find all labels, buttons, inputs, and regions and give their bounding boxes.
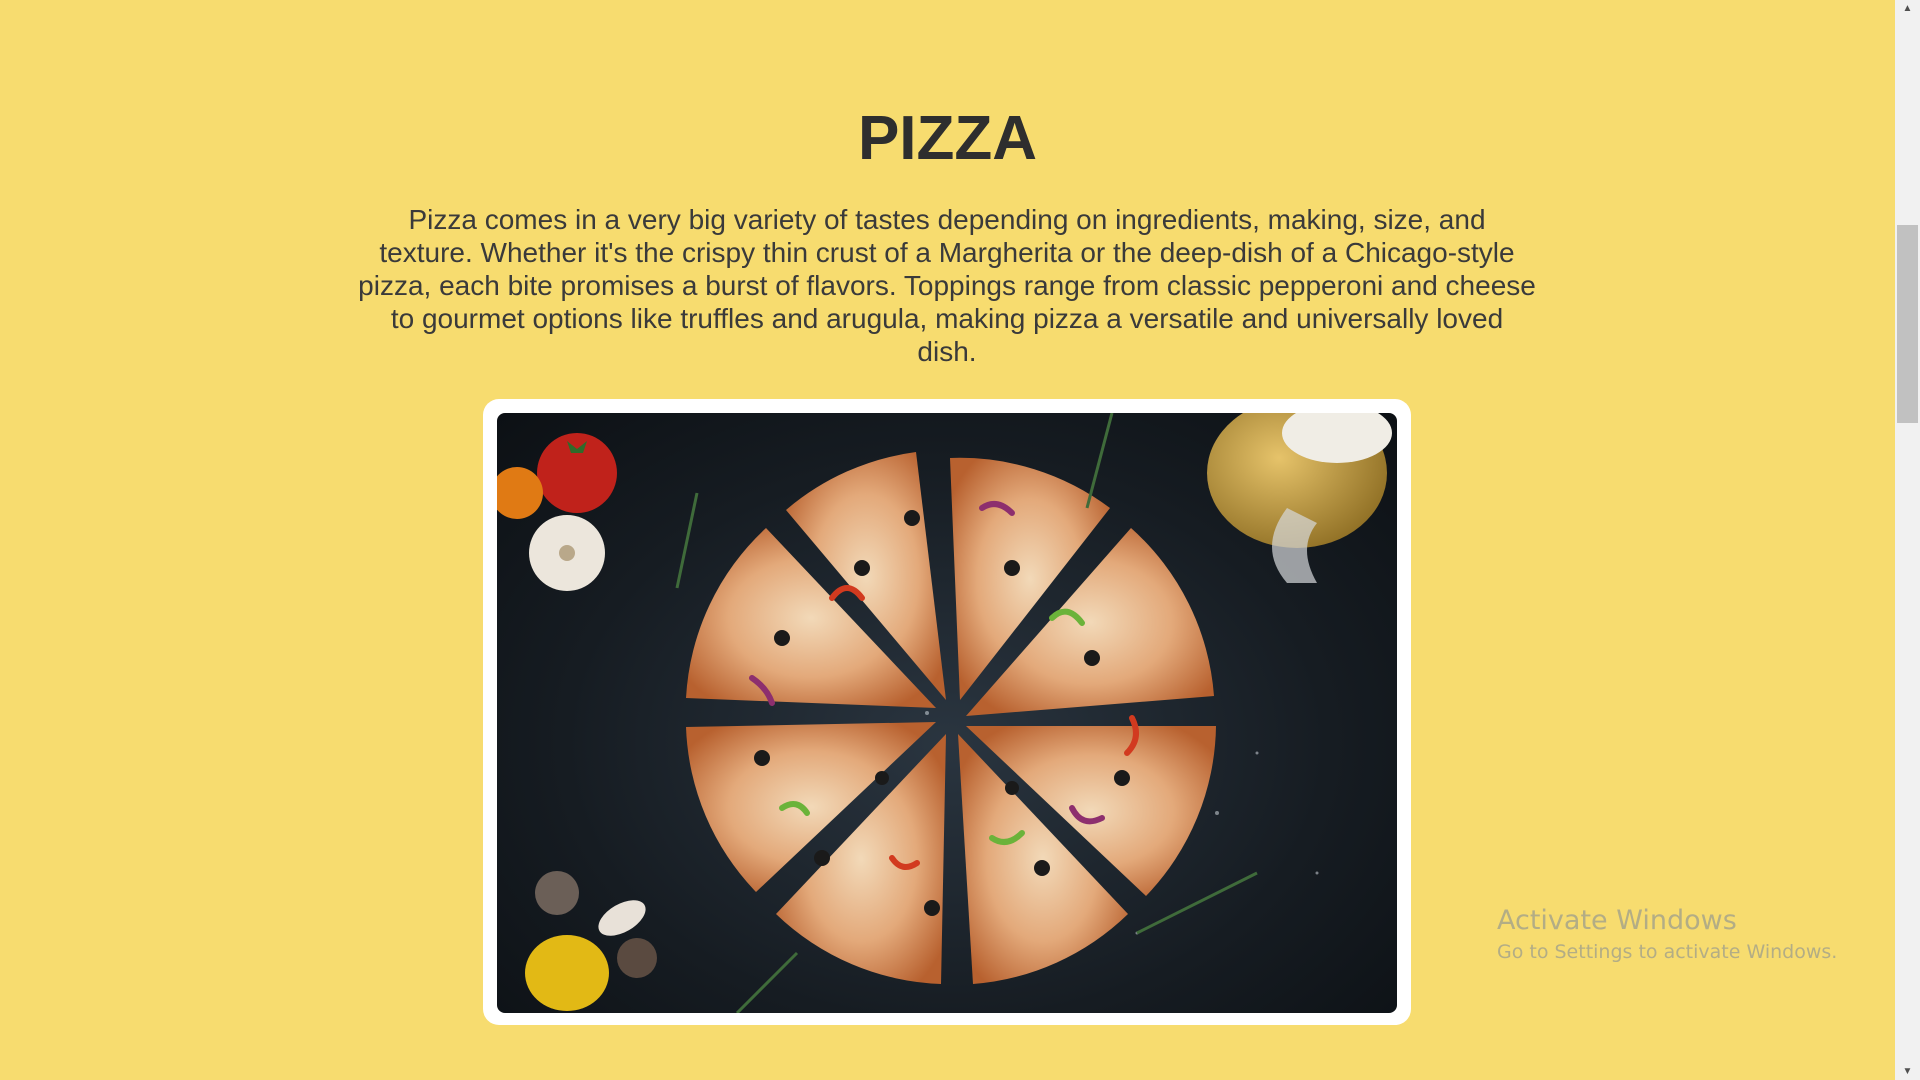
arrow-up-icon[interactable]: ▲ xyxy=(1895,0,1920,17)
watermark-subtitle: Go to Settings to activate Windows. xyxy=(1497,941,1838,963)
pizza-description: Pizza comes in a very big variety of tas… xyxy=(358,204,1536,367)
pizza-image xyxy=(497,413,1397,1013)
tomato xyxy=(537,433,617,513)
activate-windows-watermark: Activate Windows Go to Settings to activ… xyxy=(1497,904,1837,966)
arrow-down-icon[interactable]: ▼ xyxy=(1895,1063,1920,1080)
scrollbar-thumb[interactable] xyxy=(1897,225,1918,423)
page-title: PIZZA xyxy=(857,104,1038,173)
pizza-illustration xyxy=(497,413,1392,1013)
page-content: PIZZA Pizza comes in a very big variety … xyxy=(0,0,1895,1080)
watermark-title: Activate Windows xyxy=(1497,905,1737,936)
pizza-image-frame xyxy=(483,399,1411,1025)
vertical-scrollbar[interactable]: ▲ ▼ xyxy=(1895,0,1920,1080)
